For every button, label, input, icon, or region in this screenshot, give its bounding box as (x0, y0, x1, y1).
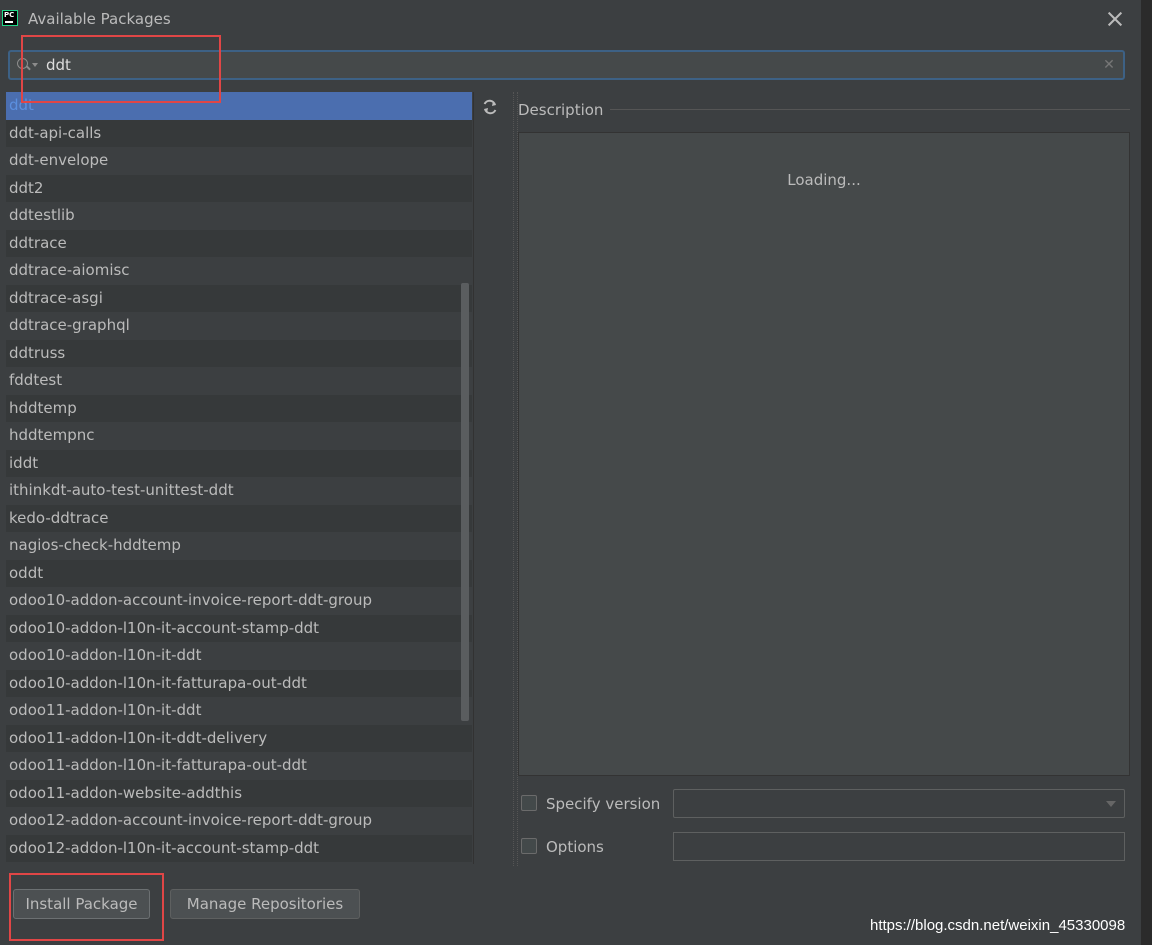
description-panel: Loading... (518, 132, 1130, 776)
options-input[interactable] (673, 832, 1125, 861)
watermark: https://blog.csdn.net/weixin_45330098 (870, 917, 1126, 934)
package-list-item[interactable]: ddtruss (6, 339, 472, 367)
description-label: Description (518, 101, 604, 119)
list-toolbar (473, 92, 508, 864)
package-list: ddt ddt-api-calls ddt-envelope ddt2 ddtestli… (6, 92, 472, 864)
close-icon[interactable] (1104, 8, 1126, 30)
package-list-item[interactable]: nagios-check-hddtemp (6, 532, 472, 560)
package-list-item[interactable]: iddt (6, 449, 472, 477)
package-list-item[interactable]: odoo11-addon-l10n-it-ddt-delivery (6, 724, 472, 752)
package-list-item[interactable]: ddtestlib (6, 202, 472, 230)
package-list-item[interactable]: ddtrace-asgi (6, 284, 472, 312)
annotation-box-install (9, 873, 164, 941)
pycharm-logo-icon: PC (2, 10, 18, 26)
package-list-item[interactable]: odoo10-addon-l10n-it-account-stamp-ddt (6, 614, 472, 642)
specify-version-label: Specify version (546, 795, 661, 813)
package-list-item[interactable]: ddt2 (6, 174, 472, 202)
manage-repositories-button[interactable]: Manage Repositories (170, 889, 360, 919)
package-list-item[interactable]: fddtest (6, 367, 472, 395)
package-list-item[interactable]: odoo11-addon-website-addthis (6, 779, 472, 807)
package-list-item[interactable]: odoo10-addon-l10n-it-fatturapa-out-ddt (6, 669, 472, 697)
package-list-scrollbar[interactable] (461, 283, 469, 721)
package-list-item[interactable]: ddt-envelope (6, 147, 472, 175)
package-list-item[interactable]: odoo11-addon-l10n-it-fatturapa-out-ddt (6, 752, 472, 780)
version-select[interactable] (673, 789, 1125, 818)
options-checkbox[interactable] (521, 838, 537, 854)
chevron-down-icon (1106, 801, 1116, 807)
package-list-item[interactable]: ddtrace-aiomisc (6, 257, 472, 285)
package-list-item[interactable]: hddtemp (6, 394, 472, 422)
loading-text: Loading... (787, 171, 861, 189)
package-list-item[interactable]: hddtempnc (6, 422, 472, 450)
specify-version-checkbox[interactable] (521, 795, 537, 811)
description-separator (610, 109, 1130, 110)
title-bar: PC Available Packages (0, 0, 1140, 40)
package-list-item[interactable]: oddt (6, 559, 472, 587)
refresh-icon[interactable] (481, 98, 499, 116)
package-list-item[interactable]: kedo-ddtrace (6, 504, 472, 532)
options-label: Options (546, 838, 604, 856)
package-list-item[interactable]: ddtrace (6, 229, 472, 257)
package-list-item[interactable]: odoo10-addon-account-invoice-report-ddt-… (6, 587, 472, 615)
package-list-item[interactable]: odoo12-addon-account-invoice-report-ddt-… (6, 807, 472, 835)
package-list-item[interactable]: odoo11-addon-l10n-it-ddt (6, 697, 472, 725)
clear-search-icon[interactable]: ✕ (1102, 58, 1116, 72)
package-list-item[interactable]: odoo10-addon-l10n-it-ddt (6, 642, 472, 670)
package-list-item[interactable]: odoo12-addon-l10n-it-account-stamp-ddt (6, 834, 472, 862)
window-title: Available Packages (28, 10, 171, 28)
package-list-item[interactable]: ddtrace-graphql (6, 312, 472, 340)
background-ide-strip (1141, 0, 1152, 945)
package-list-item[interactable]: ithinkdt-auto-test-unittest-ddt (6, 477, 472, 505)
annotation-box-search (21, 35, 221, 103)
package-list-item[interactable]: ddt-api-calls (6, 119, 472, 147)
